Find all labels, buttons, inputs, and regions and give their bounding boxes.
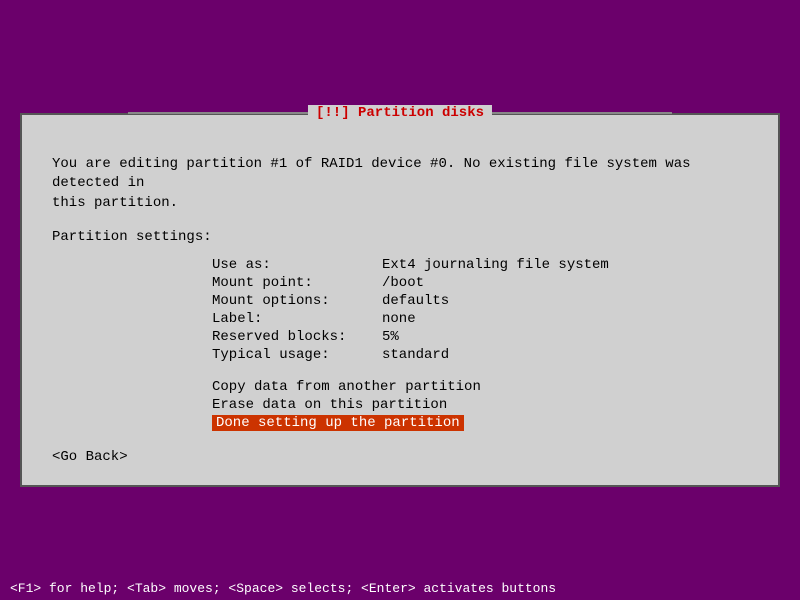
dialog-content: You are editing partition #1 of RAID1 de… [22,135,778,486]
go-back-button[interactable]: <Go Back> [52,449,748,465]
setting-mount-options: Mount options: defaults [212,293,748,309]
value-mount-point: /boot [382,275,424,291]
label-label: Label: [212,311,382,327]
screen: [!!] Partition disks You are editing par… [0,0,800,600]
label-mount-point: Mount point: [212,275,382,291]
value-label: none [382,311,416,327]
action-done-setting-up[interactable]: Done setting up the partition [212,415,464,431]
setting-typical-usage: Typical usage: standard [212,347,748,363]
action-erase-data[interactable]: Erase data on this partition [212,397,748,413]
title-bar-right-line [492,112,672,114]
value-use-as: Ext4 journaling file system [382,257,609,273]
status-bar-text: <F1> for help; <Tab> moves; <Space> sele… [10,581,556,596]
settings-table: Use as: Ext4 journaling file system Moun… [212,257,748,363]
title-bar: [!!] Partition disks [128,105,672,121]
label-use-as: Use as: [212,257,382,273]
action-copy-data[interactable]: Copy data from another partition [212,379,748,395]
dialog-box: [!!] Partition disks You are editing par… [20,113,780,488]
label-reserved-blocks: Reserved blocks: [212,329,382,345]
setting-label: Label: none [212,311,748,327]
setting-reserved-blocks: Reserved blocks: 5% [212,329,748,345]
value-typical-usage: standard [382,347,449,363]
section-header: Partition settings: [52,229,748,245]
intro-text: You are editing partition #1 of RAID1 de… [52,155,748,214]
setting-use-as: Use as: Ext4 journaling file system [212,257,748,273]
intro-line2: this partition. [52,195,178,211]
setting-mount-point: Mount point: /boot [212,275,748,291]
label-mount-options: Mount options: [212,293,382,309]
value-reserved-blocks: 5% [382,329,399,345]
dialog-title: [!!] Partition disks [308,105,492,121]
status-bar: <F1> for help; <Tab> moves; <Space> sele… [0,577,800,600]
label-typical-usage: Typical usage: [212,347,382,363]
intro-line1: You are editing partition #1 of RAID1 de… [52,156,691,192]
title-bar-left-line [128,112,308,114]
value-mount-options: defaults [382,293,449,309]
